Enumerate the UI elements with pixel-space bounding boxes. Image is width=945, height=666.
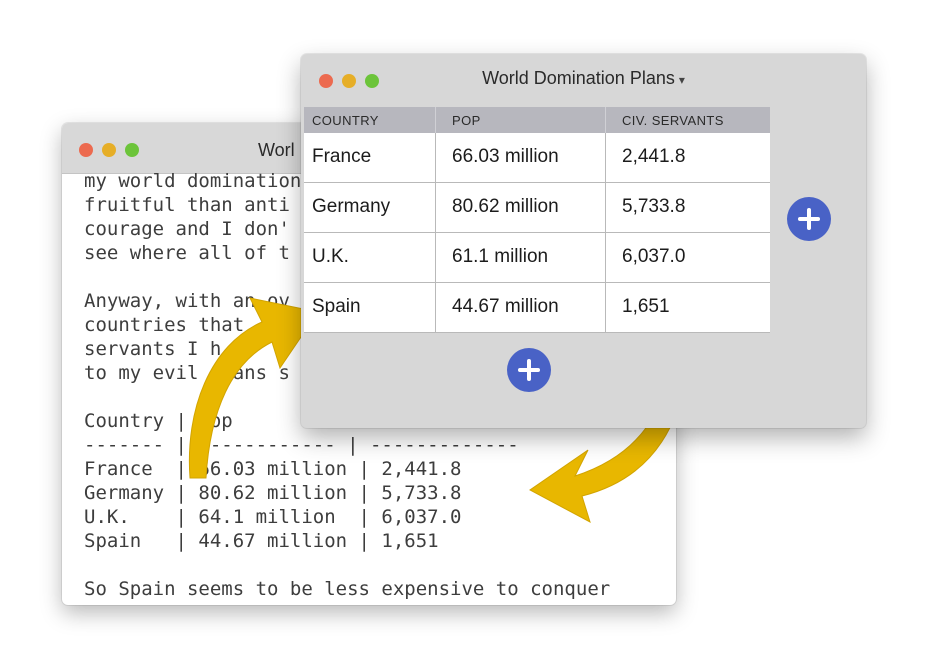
data-table: COUNTRY POP CIV. SERVANTS France 66.03 m… [304, 107, 770, 333]
editor-line: Spain | 44.67 million | 1,651 [84, 530, 439, 552]
table-row: Germany 80.62 million 5,733.8 [304, 183, 770, 233]
table-cell[interactable]: 6,037.0 [606, 233, 770, 282]
editor-line: France | 66.03 million | 2,441.8 [84, 458, 462, 480]
add-column-button[interactable] [787, 197, 831, 241]
table-cell[interactable]: 44.67 million [436, 283, 606, 332]
table-header: COUNTRY POP CIV. SERVANTS [304, 107, 770, 133]
table-cell[interactable]: 80.62 million [436, 183, 606, 232]
column-header-country[interactable]: COUNTRY [304, 107, 436, 133]
table-cell[interactable]: Germany [304, 183, 436, 232]
editor-line: ------- | ------------ | ------------- [84, 434, 519, 456]
table-cell[interactable]: 5,733.8 [606, 183, 770, 232]
table-cell[interactable]: 66.03 million [436, 133, 606, 182]
table-editor-window: World Domination Plans ▾ COUNTRY POP CIV.… [301, 54, 866, 428]
editor-line: Germany | 80.62 million | 5,733.8 [84, 482, 462, 504]
editor-line: So Spain seems to be less expensive to c… [84, 578, 611, 600]
close-window-button[interactable] [79, 143, 93, 157]
table-cell[interactable]: 61.1 million [436, 233, 606, 282]
editor-window-title: Worl [258, 140, 295, 160]
table-window-title[interactable]: World Domination Plans ▾ [301, 68, 866, 89]
table-row: Spain 44.67 million 1,651 [304, 283, 770, 333]
table-cell[interactable]: Spain [304, 283, 436, 332]
chevron-down-icon[interactable]: ▾ [679, 73, 685, 87]
table-row: U.K. 61.1 million 6,037.0 [304, 233, 770, 283]
editor-line: U.K. | 64.1 million | 6,037.0 [84, 506, 462, 528]
minimize-window-button[interactable] [102, 143, 116, 157]
zoom-window-button[interactable] [125, 143, 139, 157]
column-header-civ-servants[interactable]: CIV. SERVANTS [606, 107, 770, 133]
add-row-button[interactable] [507, 348, 551, 392]
table-cell[interactable]: France [304, 133, 436, 182]
table-row: France 66.03 million 2,441.8 [304, 133, 770, 183]
table-cell[interactable]: 1,651 [606, 283, 770, 332]
window-title-text: World Domination Plans [482, 68, 675, 88]
table-cell[interactable]: U.K. [304, 233, 436, 282]
column-header-pop[interactable]: POP [436, 107, 606, 133]
table-cell[interactable]: 2,441.8 [606, 133, 770, 182]
